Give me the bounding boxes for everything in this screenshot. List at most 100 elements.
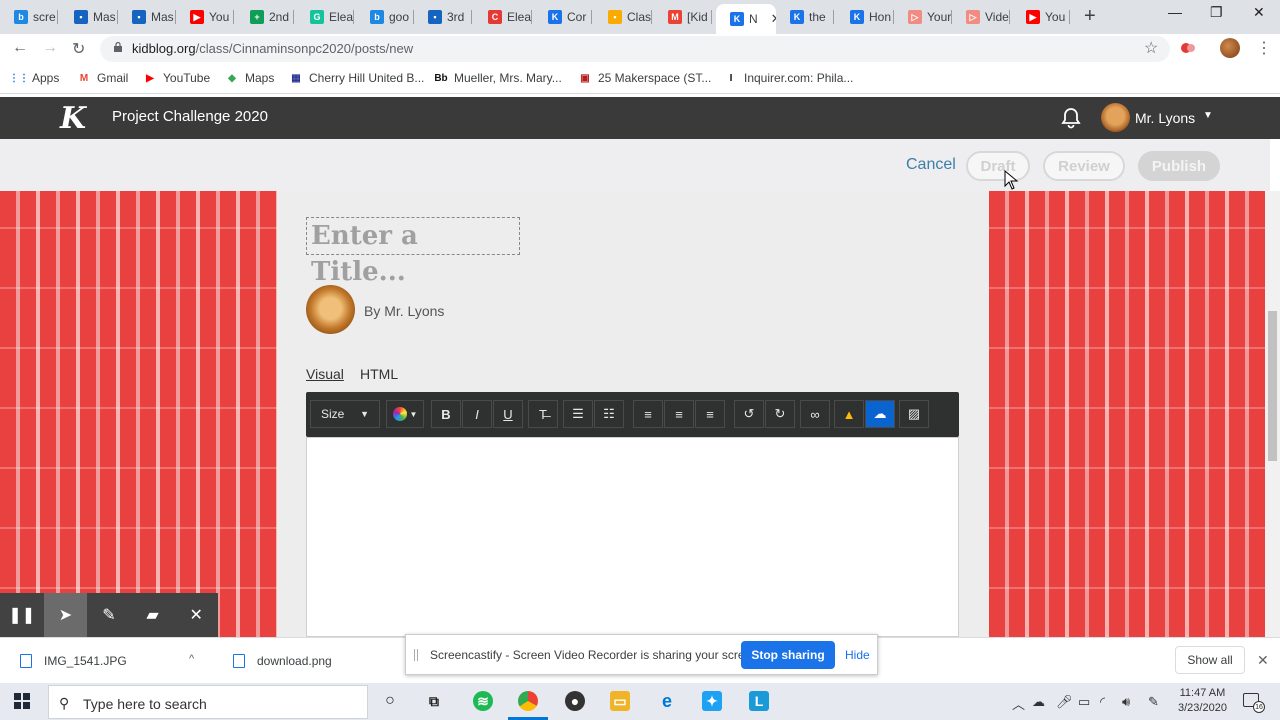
volume-icon[interactable]: 🔊︎ — [1122, 694, 1130, 710]
bookmark-item[interactable]: ▶ YouTube — [143, 71, 210, 85]
browser-tab[interactable]: ▶ You — [1012, 4, 1070, 30]
download-options-caret[interactable]: ^ — [189, 653, 194, 665]
download-item[interactable]: IMG_1541.JPG — [20, 654, 127, 668]
align-right-button[interactable]: ≡ — [695, 400, 725, 428]
numbered-list-button[interactable]: ☷ — [594, 400, 624, 428]
file-explorer-icon[interactable]: ▭ — [610, 691, 630, 711]
browser-tab[interactable]: +2nd — [236, 4, 294, 30]
browser-tab[interactable]: ▶ You — [176, 4, 234, 30]
browser-tab[interactable]: ▷ Your — [894, 4, 952, 30]
browser-tab[interactable]: C Elea — [474, 4, 532, 30]
page-scrollbar[interactable] — [1265, 191, 1280, 637]
bookmark-item[interactable]: ◆ Maps — [225, 71, 274, 85]
browser-tab[interactable]: ▪ Clas — [594, 4, 652, 30]
tab-visual[interactable]: Visual — [306, 366, 344, 382]
forward-arrow-icon[interactable]: → — [42, 39, 58, 57]
download-item[interactable]: download.png — [233, 654, 332, 668]
battery-icon[interactable]: ▭ — [1078, 694, 1090, 710]
google-drive-button[interactable]: ▲ — [834, 400, 864, 428]
chevron-down-icon[interactable]: ▼ — [1203, 110, 1213, 121]
browser-tab[interactable]: G Elea — [296, 4, 354, 30]
post-body-editor[interactable] — [306, 437, 959, 637]
browser-tab[interactable]: b scre — [0, 4, 58, 30]
app-l-icon[interactable]: L — [749, 691, 769, 711]
undo-button[interactable]: ↺ — [734, 400, 764, 428]
tab-html[interactable]: HTML — [360, 366, 398, 382]
hide-banner-link[interactable]: Hide — [845, 648, 870, 662]
chrome-icon[interactable] — [518, 691, 538, 711]
tray-chevron-icon[interactable]: ︿ — [1012, 694, 1025, 713]
italic-button[interactable]: I — [462, 400, 492, 428]
window-close-button[interactable]: ✕ — [1253, 4, 1265, 21]
bookmark-star-icon[interactable]: ☆ — [1144, 38, 1158, 58]
bookmark-item[interactable]: ⋮⋮ Apps — [9, 71, 59, 85]
drag-handle-icon[interactable] — [414, 649, 418, 661]
underline-button[interactable]: U — [493, 400, 523, 428]
stop-sharing-button[interactable]: Stop sharing — [741, 641, 835, 669]
spotify-icon[interactable]: ≋ — [473, 691, 493, 711]
align-left-button[interactable]: ≡ — [633, 400, 663, 428]
class-title[interactable]: Project Challenge 2020 — [112, 108, 268, 125]
onedrive-button[interactable]: ☁ — [865, 400, 895, 428]
notification-bell-icon[interactable] — [1060, 107, 1082, 129]
wifi-icon[interactable]: ◜ — [1100, 694, 1105, 710]
browser-tab[interactable]: ▪ Mas — [60, 4, 118, 30]
browser-tab[interactable]: ▪ 3rd — [414, 4, 472, 30]
browser-tab[interactable]: b goo — [356, 4, 414, 30]
edge-icon[interactable]: e — [657, 691, 677, 711]
review-button[interactable]: Review — [1043, 151, 1125, 181]
bullet-list-button[interactable]: ☰ — [563, 400, 593, 428]
cursor-tool-icon[interactable]: ➤ — [43, 593, 88, 637]
browser-tab[interactable]: K Hon — [836, 4, 894, 30]
cortana-icon[interactable]: ○ — [380, 691, 400, 711]
profile-avatar[interactable] — [1220, 38, 1240, 58]
draft-button[interactable]: Draft — [966, 151, 1030, 181]
task-view-icon[interactable]: ⧉ — [424, 691, 444, 711]
browser-tab[interactable]: M [Kid — [654, 4, 712, 30]
extension-icon[interactable] — [1180, 41, 1196, 55]
chrome-menu-icon[interactable]: ⋮ — [1256, 38, 1272, 58]
browser-tab[interactable]: Kthe — [776, 4, 834, 30]
taskbar-clock[interactable]: 11:47 AM 3/23/2020 — [1178, 686, 1227, 716]
browser-tab[interactable]: ▷ Vide — [952, 4, 1010, 30]
close-downloads-icon[interactable]: ✕ — [1257, 652, 1269, 669]
back-arrow-icon[interactable]: ← — [12, 39, 28, 57]
bookmark-item[interactable]: Bb Mueller, Mrs. Mary... — [434, 71, 561, 85]
browser-tab[interactable]: K Cor — [534, 4, 592, 30]
scrollbar-thumb[interactable] — [1268, 311, 1277, 461]
bookmark-item[interactable]: M Gmail — [77, 71, 129, 85]
publish-button[interactable]: Publish — [1138, 151, 1220, 181]
cancel-button[interactable]: Cancel — [906, 156, 956, 174]
media-player-icon[interactable]: ● — [565, 691, 585, 711]
clear-format-button[interactable]: T̶ — [528, 400, 558, 428]
font-size-dropdown[interactable]: Size ▼ — [310, 400, 380, 428]
bookmark-item[interactable]: I Inquirer.com: Phila... — [724, 71, 854, 85]
browser-tab[interactable]: ▪ Mas — [118, 4, 176, 30]
user-name[interactable]: Mr. Lyons — [1135, 110, 1195, 126]
user-avatar[interactable] — [1101, 103, 1130, 132]
post-title-input[interactable]: Enter a Title... — [306, 217, 520, 287]
align-center-button[interactable]: ≡ — [664, 400, 694, 428]
bookmark-item[interactable]: ▣ 25 Makerspace (ST... — [578, 71, 711, 85]
onedrive-tray-icon[interactable]: ☁ — [1032, 694, 1045, 710]
tab-close-icon[interactable]: ✕ — [771, 11, 776, 27]
close-tools-icon[interactable]: ✕ — [174, 593, 218, 637]
pause-icon[interactable]: ❚❚ — [0, 593, 44, 637]
pen-tool-icon[interactable]: ✎ — [87, 593, 131, 637]
kidblog-logo[interactable]: K — [60, 101, 86, 136]
twitter-icon[interactable]: ✦ — [702, 691, 722, 711]
bookmark-item[interactable]: ▦ Cherry Hill United B... — [289, 71, 424, 85]
bold-button[interactable]: B — [431, 400, 461, 428]
reload-icon[interactable]: ↻ — [72, 39, 85, 59]
new-tab-button[interactable]: + — [1084, 5, 1096, 28]
minimize-button[interactable]: — — [1168, 4, 1182, 20]
redo-button[interactable]: ↻ — [765, 400, 795, 428]
text-color-dropdown[interactable]: ▼ — [386, 400, 424, 428]
highlighter-tool-icon[interactable]: ▰ — [131, 593, 175, 637]
link-button[interactable]: ∞ — [800, 400, 830, 428]
microphone-icon[interactable]: 🎤︎ — [1056, 694, 1073, 710]
image-button[interactable]: ▨ — [899, 400, 929, 428]
browser-tab[interactable]: KN ✕ — [716, 4, 776, 34]
address-bar[interactable]: kidblog.org/class/Cinnaminsonpc2020/post… — [100, 36, 1170, 62]
restore-button[interactable]: ❐ — [1210, 4, 1223, 21]
